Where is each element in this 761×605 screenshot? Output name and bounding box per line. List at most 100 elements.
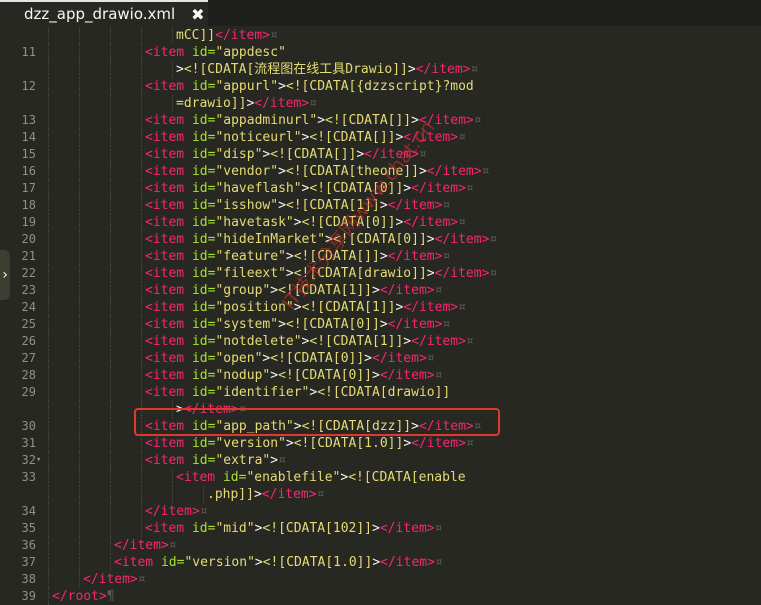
- token-tag: <item: [145, 45, 185, 60]
- token-tag: <item: [145, 198, 185, 213]
- indent-guide: [48, 129, 49, 146]
- indent-guide: [110, 163, 111, 180]
- token-tag: </item>: [418, 113, 474, 128]
- code-text: <item id="identifier"><![CDATA[drawio]]: [145, 384, 450, 401]
- file-tab[interactable]: dzz_app_drawio.xml ✖: [0, 0, 208, 26]
- token-tag: </item>: [379, 368, 435, 383]
- code-text: <item id="hideInMarket"><![CDATA[0]]></i…: [145, 231, 497, 248]
- token-str: <![CDATA[1.0]]: [293, 436, 404, 451]
- token-str: <![CDATA[drawio]]: [293, 266, 427, 281]
- token-punc: >: [285, 249, 294, 264]
- indent-guide: [48, 214, 49, 231]
- token-str: "vendor": [215, 164, 279, 179]
- expand-sidebar-icon[interactable]: ›: [0, 250, 10, 300]
- indent-guide: [141, 520, 142, 537]
- code-line: 34 </item>¤: [0, 503, 761, 520]
- line-number: 25: [21, 317, 36, 331]
- indent-guide: [110, 401, 111, 418]
- code-line: 26 <item id="notdelete"><![CDATA[1]]></it…: [0, 333, 761, 350]
- token-eol: ¤: [426, 351, 435, 366]
- token-tag: </item>: [434, 266, 490, 281]
- token-tag: <item: [145, 215, 185, 230]
- indent-guide: [48, 265, 49, 282]
- close-icon[interactable]: ✖: [191, 5, 204, 24]
- code-editor[interactable]: mCC]]</item>¤ 11 <item id="appdesc" ><![CDA…: [0, 26, 761, 605]
- token-tag: <item: [114, 555, 154, 570]
- indent-guide: [48, 401, 49, 418]
- indent-guide: [79, 44, 80, 61]
- indent-guide: [79, 316, 80, 333]
- code-text: <item id="appurl"><![CDATA[{dzzscript}?m…: [145, 78, 474, 95]
- token-punc: >: [411, 113, 419, 128]
- indent-guide: [141, 248, 142, 265]
- token-tag: <item: [145, 334, 185, 349]
- indent-guide: [48, 537, 49, 554]
- indent-guide: [48, 435, 49, 452]
- fold-arrow-icon[interactable]: ▾: [36, 452, 41, 469]
- token-punc: >: [364, 351, 372, 366]
- token-attr: id=: [184, 164, 216, 179]
- token-punc: >: [176, 62, 184, 77]
- code-text: <item id="extra">¤: [145, 452, 286, 469]
- indent-guide: [79, 333, 80, 350]
- indent-guide: [141, 503, 142, 520]
- tab-bar: dzz_app_drawio.xml ✖: [0, 0, 761, 26]
- token-punc: >: [356, 147, 365, 162]
- token-attr: id=: [184, 351, 216, 366]
- token-tag: </item>: [387, 317, 443, 332]
- code-line: 22 <item id="fileext"><![CDATA[drawio]]><…: [0, 265, 761, 282]
- code-text: <item id="haveflash"><![CDATA[0]]></item…: [145, 180, 474, 197]
- indent-guide: [79, 112, 80, 129]
- indent-guide: [141, 486, 142, 503]
- code-text: <item id="isshow"><![CDATA[1]]></item>¤: [145, 197, 450, 214]
- indent-guide: [110, 554, 111, 571]
- token-str: "mid": [215, 521, 255, 536]
- code-text: </root>¶: [52, 588, 115, 605]
- code-line: mCC]]</item>¤: [0, 27, 761, 44]
- token-str: <![CDATA[]]: [325, 113, 412, 128]
- token-punc: >: [253, 487, 262, 502]
- token-punc: >: [325, 232, 333, 247]
- line-number: 18: [21, 198, 36, 212]
- token-eol: ¤: [442, 198, 451, 213]
- indent-guide: [48, 384, 49, 401]
- token-tag: <item: [145, 368, 185, 383]
- code-line: 33 <item id="enablefile"><![CDATA[enable: [0, 469, 761, 486]
- token-eol: ¤: [278, 453, 286, 468]
- line-number: 32: [21, 453, 36, 467]
- line-number: 16: [21, 164, 36, 178]
- indent-guide: [79, 384, 80, 401]
- indent-guide: [79, 350, 80, 367]
- line-number: 28: [21, 368, 36, 382]
- token-str: <![CDATA[{dzzscript}?mod: [285, 79, 474, 94]
- token-punc: >: [317, 113, 326, 128]
- line-number: 12: [21, 79, 36, 93]
- token-tag: <item: [145, 436, 185, 451]
- code-text: .php]]></item>¤: [207, 486, 324, 503]
- token-str: "isshow": [215, 198, 279, 213]
- token-punc: >: [278, 198, 286, 213]
- indent-guide: [110, 265, 111, 282]
- indent-guide: [110, 316, 111, 333]
- code-line: 18 <item id="isshow"><![CDATA[1]]></item>…: [0, 197, 761, 214]
- token-eol: ¤: [465, 436, 474, 451]
- token-punc: >: [270, 453, 279, 468]
- token-str: "hideInMarket": [215, 232, 326, 247]
- token-str: <![CDATA[]]: [309, 130, 396, 145]
- token-attr: id=: [184, 266, 216, 281]
- code-line: 11 <item id="appdesc": [0, 44, 761, 61]
- token-tag: <item: [145, 521, 185, 536]
- token-str: <![CDATA[0]]: [332, 232, 427, 247]
- token-tag: </item>: [215, 28, 270, 43]
- token-str: "appadminurl": [215, 113, 318, 128]
- token-tag: <item: [145, 181, 185, 196]
- token-tag: </item>: [372, 351, 427, 366]
- token-punc: >: [254, 555, 263, 570]
- token-eol: ¤: [465, 181, 474, 196]
- code-line: 13 <item id="appadminurl"><![CDATA[]]></i…: [0, 112, 761, 129]
- indent-guide: [48, 452, 49, 469]
- code-text: <item id="position"><![CDATA[1]]></item>…: [145, 299, 466, 316]
- code-text: <item id="group"><![CDATA[1]]></item>¤: [145, 282, 442, 299]
- token-eol: ¤: [489, 266, 498, 281]
- token-eol: ¤: [168, 538, 177, 553]
